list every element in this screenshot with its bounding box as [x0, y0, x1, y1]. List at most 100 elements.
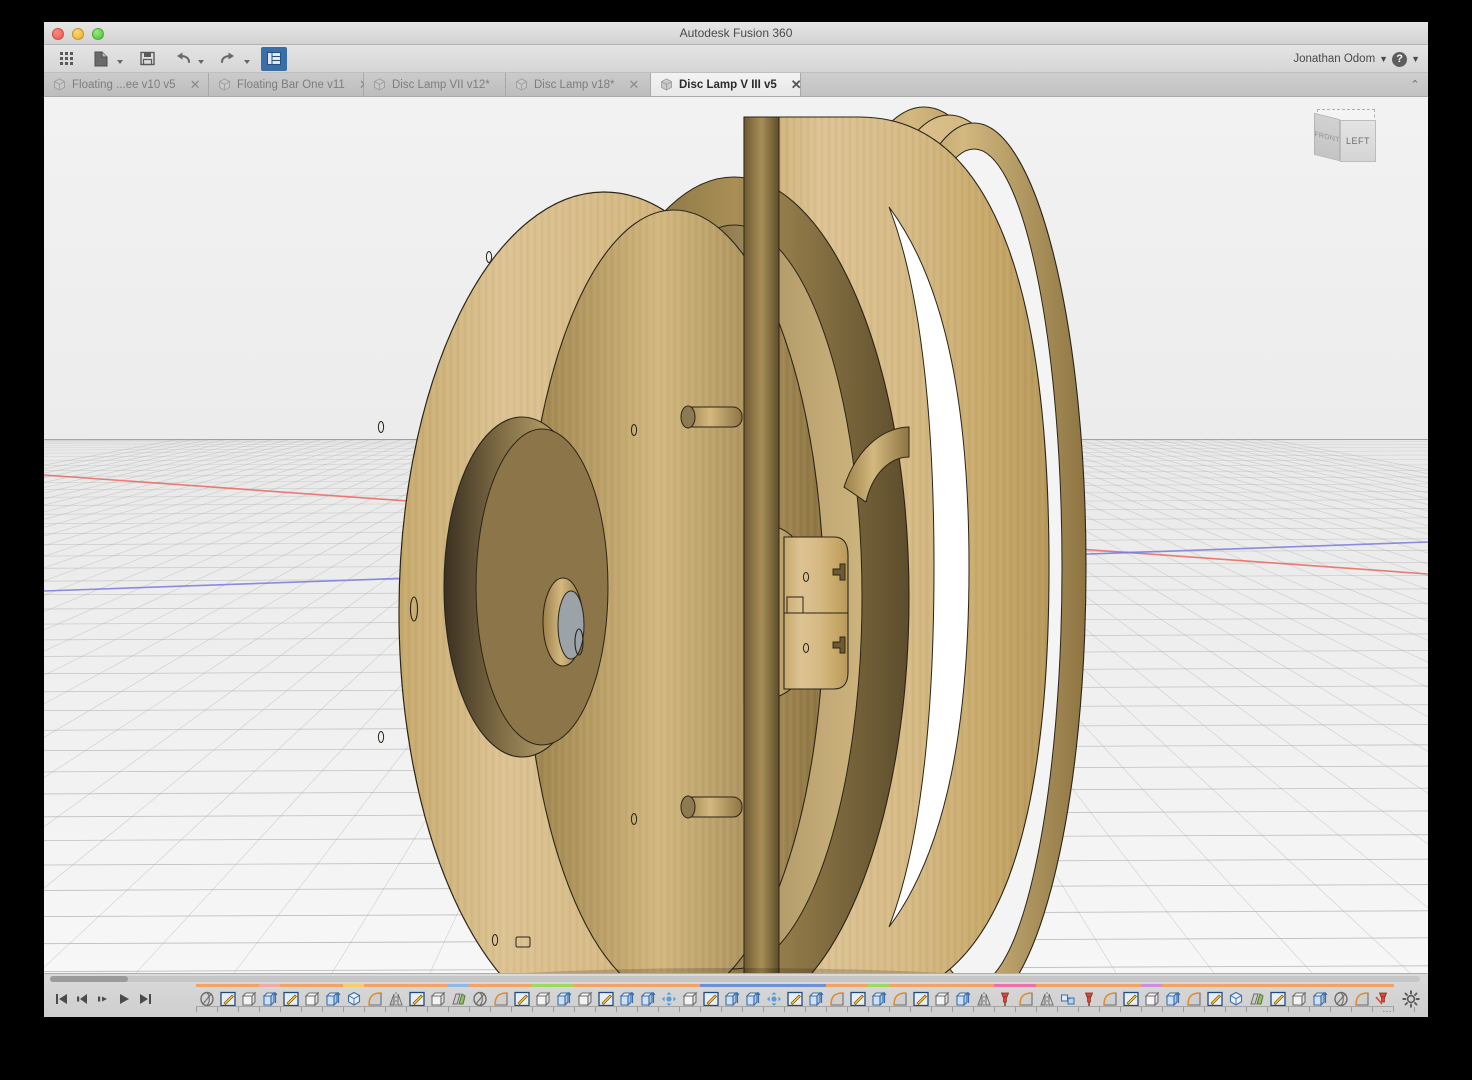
timeline-step-back-button[interactable] — [75, 991, 89, 1007]
help-icon[interactable]: ? — [1392, 51, 1408, 67]
user-menu-caret-icon[interactable]: ▼ — [1379, 54, 1388, 64]
timeline-step-forward-button[interactable] — [96, 991, 110, 1007]
timeline-scrollbar[interactable] — [50, 976, 1420, 982]
timeline-feature-49[interactable] — [1225, 984, 1246, 1008]
timeline-feature-35[interactable] — [931, 984, 952, 1008]
timeline-feature-5[interactable] — [301, 984, 322, 1008]
file-menu-caret-icon[interactable] — [114, 47, 125, 71]
timeline-tick — [196, 1007, 197, 1012]
timeline-feature-8[interactable] — [364, 984, 385, 1008]
timeline-feature-57[interactable] — [1393, 984, 1394, 1008]
timeline-feature-31[interactable] — [847, 984, 868, 1008]
save-button[interactable] — [134, 47, 160, 71]
timeline-settings-button[interactable] — [1402, 990, 1420, 1008]
timeline-feature-3[interactable] — [259, 984, 280, 1008]
timeline-feature-54[interactable] — [1330, 984, 1351, 1008]
timeline-feature-26[interactable] — [742, 984, 763, 1008]
timeline-feature-25[interactable] — [721, 984, 742, 1008]
timeline-feature-4[interactable] — [280, 984, 301, 1008]
timeline-group-bar — [595, 984, 616, 987]
timeline-tick — [1372, 1007, 1373, 1012]
panel-toggle-button[interactable] — [261, 46, 287, 71]
user-name-label[interactable]: Jonathan Odom — [1293, 53, 1375, 65]
timeline-feature-20[interactable] — [616, 984, 637, 1008]
timeline-feature-43[interactable] — [1099, 984, 1120, 1008]
timeline-feature-15[interactable] — [511, 984, 532, 1008]
timeline-feature-37[interactable] — [973, 984, 994, 1008]
timeline-feature-24[interactable] — [700, 984, 721, 1008]
timeline-feature-21[interactable] — [637, 984, 658, 1008]
timeline-feature-32[interactable] — [868, 984, 889, 1008]
timeline-scrollbar-thumb[interactable] — [50, 976, 128, 982]
timeline-feature-6[interactable] — [322, 984, 343, 1008]
timeline-feature-40[interactable] — [1036, 984, 1057, 1008]
timeline-feature-48[interactable] — [1204, 984, 1225, 1008]
timeline-feature-36[interactable] — [952, 984, 973, 1008]
timeline-feature-13[interactable] — [469, 984, 490, 1008]
timeline-feature-27[interactable] — [763, 984, 784, 1008]
timeline-feature-1[interactable] — [217, 984, 238, 1008]
timeline-tick — [490, 1007, 491, 1012]
timeline-feature-23[interactable] — [679, 984, 700, 1008]
view-cube-left-face[interactable]: LEFT — [1340, 120, 1376, 162]
timeline-feature-45[interactable] — [1141, 984, 1162, 1008]
timeline-feature-44[interactable] — [1120, 984, 1141, 1008]
timeline-feature-10[interactable] — [406, 984, 427, 1008]
timeline-feature-51[interactable] — [1267, 984, 1288, 1008]
timeline-feature-14[interactable] — [490, 984, 511, 1008]
timeline-skip-start-button[interactable] — [54, 991, 68, 1007]
3d-viewport[interactable]: FRONT LEFT — [44, 97, 1428, 973]
timeline-feature-17[interactable] — [553, 984, 574, 1008]
timeline-feature-47[interactable] — [1183, 984, 1204, 1008]
timeline-feature-46[interactable] — [1162, 984, 1183, 1008]
timeline-feature-9[interactable] — [385, 984, 406, 1008]
disc-lamp-model[interactable] — [44, 97, 1428, 973]
show-data-panel-button[interactable] — [53, 47, 79, 71]
timeline-feature-2[interactable] — [238, 984, 259, 1008]
timeline-feature-34[interactable] — [910, 984, 931, 1008]
file-menu-button[interactable] — [88, 47, 114, 71]
timeline-group-bar — [1309, 984, 1330, 987]
timeline-feature-11[interactable] — [427, 984, 448, 1008]
timeline-feature-53[interactable] — [1309, 984, 1330, 1008]
timeline-feature-16[interactable] — [532, 984, 553, 1008]
redo-button[interactable] — [215, 47, 241, 71]
timeline-feature-41[interactable] — [1057, 984, 1078, 1008]
document-cube-icon — [374, 78, 385, 91]
timeline-play-button[interactable] — [117, 991, 131, 1007]
title-bar: Autodesk Fusion 360 — [44, 22, 1428, 45]
timeline-feature-38[interactable] — [994, 984, 1015, 1008]
timeline-feature-0[interactable] — [196, 984, 217, 1008]
timeline-group-bar — [1099, 984, 1120, 987]
timeline-feature-28[interactable] — [784, 984, 805, 1008]
document-tab-close-icon[interactable]: ✕ — [190, 78, 201, 91]
timeline-feature-52[interactable] — [1288, 984, 1309, 1008]
undo-menu-caret-icon[interactable] — [195, 47, 206, 71]
document-tab-2[interactable]: Disc Lamp VII v12*✕ — [364, 73, 515, 96]
timeline-feature-18[interactable] — [574, 984, 595, 1008]
tabbar-collapse-button[interactable]: ⌃ — [1402, 73, 1428, 96]
timeline-feature-50[interactable] — [1246, 984, 1267, 1008]
timeline-feature-55[interactable] — [1351, 984, 1372, 1008]
timeline-feature-19[interactable] — [595, 984, 616, 1008]
document-tab-close-icon[interactable]: ✕ — [629, 78, 640, 91]
undo-button[interactable] — [169, 47, 195, 71]
view-cube[interactable]: FRONT LEFT — [1314, 107, 1384, 165]
redo-menu-caret-icon[interactable] — [241, 47, 252, 71]
timeline-feature-29[interactable] — [805, 984, 826, 1008]
timeline-feature-30[interactable] — [826, 984, 847, 1008]
view-cube-front-face[interactable]: FRONT — [1314, 112, 1340, 162]
document-tab-3[interactable]: Disc Lamp v18* ✕ — [506, 73, 651, 96]
timeline-feature-22[interactable] — [658, 984, 679, 1008]
document-tab-1[interactable]: Floating Bar One v11✕ — [209, 73, 370, 96]
timeline-feature-12[interactable] — [448, 984, 469, 1008]
timeline-feature-33[interactable] — [889, 984, 910, 1008]
timeline-skip-end-button[interactable] — [138, 991, 152, 1007]
document-tab-0[interactable]: Floating ...ee v10 v5 ✕ — [44, 73, 209, 96]
document-tab-4[interactable]: Disc Lamp V III v5 ✕ — [651, 73, 802, 96]
timeline-feature-39[interactable] — [1015, 984, 1036, 1008]
timeline-feature-42[interactable] — [1078, 984, 1099, 1008]
help-menu-caret-icon[interactable]: ▼ — [1411, 54, 1420, 64]
document-tab-close-icon[interactable]: ✕ — [791, 78, 802, 91]
timeline-feature-7[interactable] — [343, 984, 364, 1008]
